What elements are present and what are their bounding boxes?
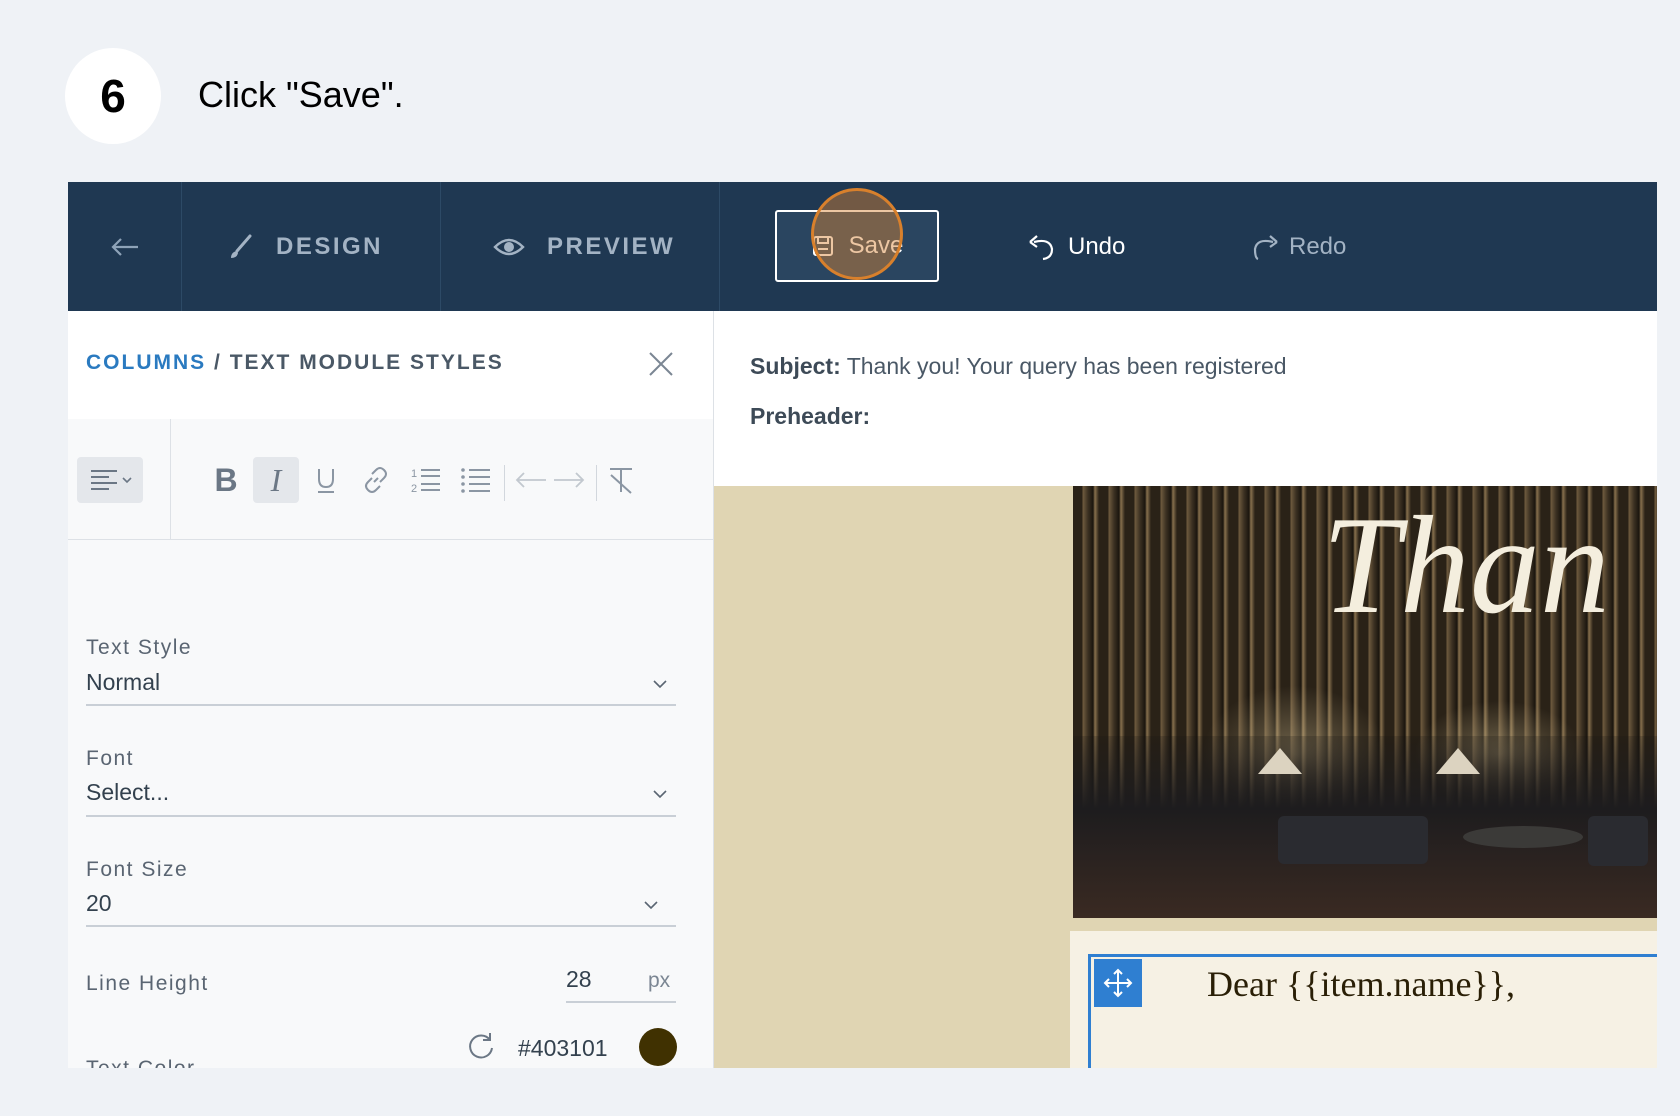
toolbar-divider: [596, 465, 597, 501]
subject-label: Subject:: [750, 353, 841, 379]
top-toolbar: DESIGN PREVIEW Save Undo Redo: [68, 182, 1657, 311]
step-number-badge: 6: [65, 48, 161, 144]
bullet-list-icon: [461, 468, 490, 493]
tab-design[interactable]: DESIGN: [228, 182, 383, 311]
italic-icon: I: [270, 461, 282, 498]
text-style-select[interactable]: Normal: [86, 669, 160, 696]
font-select[interactable]: Select...: [86, 779, 169, 806]
greeting-text[interactable]: Dear {{item.name}},: [1207, 963, 1515, 1005]
preheader-row: Preheader:: [750, 403, 870, 430]
bullet-list-button[interactable]: [453, 457, 499, 503]
lamp-shade: [1258, 748, 1302, 774]
chevron-down-icon: [653, 790, 667, 799]
field-underline: [86, 704, 676, 706]
toolbar-divider: [181, 182, 182, 311]
click-target-highlight: [811, 188, 903, 280]
ordered-list-button[interactable]: 1 2: [403, 457, 449, 503]
tutorial-card: 6 Click "Save". DESIGN PREVIEW Save Undo…: [20, 0, 1660, 1094]
tab-preview[interactable]: PREVIEW: [493, 182, 675, 311]
sofa: [1278, 816, 1428, 864]
brush-icon: [231, 234, 252, 258]
underline-icon: [318, 469, 334, 493]
close-icon[interactable]: [646, 349, 676, 379]
field-underline: [86, 815, 676, 817]
chevron-down-icon: [653, 680, 667, 689]
text-color-swatch[interactable]: [639, 1028, 677, 1066]
undo-icon: [1029, 234, 1054, 260]
lamp-shade: [1436, 748, 1480, 774]
bold-icon: B: [214, 461, 238, 498]
indent-button[interactable]: [546, 457, 592, 503]
line-height-input[interactable]: 28: [566, 966, 631, 993]
ordered-list-icon: 1 2: [411, 468, 440, 495]
link-button[interactable]: [353, 457, 399, 503]
subject-value[interactable]: Thank you! Your query has been registere…: [847, 353, 1287, 379]
eye-icon: [493, 238, 525, 255]
breadcrumb-separator: /: [206, 351, 230, 374]
back-button[interactable]: [68, 182, 181, 311]
undo-button[interactable]: Undo: [1028, 182, 1125, 311]
clear-format-icon: [610, 468, 632, 494]
redo-icon: [1253, 234, 1278, 260]
font-label: Font: [86, 747, 135, 770]
panel-header: COLUMNS / TEXT MODULE STYLES: [68, 311, 713, 420]
redo-button[interactable]: Redo: [1249, 182, 1346, 311]
breadcrumb: COLUMNS / TEXT MODULE STYLES: [86, 351, 504, 375]
step-instruction: Click "Save".: [198, 74, 404, 115]
svg-text:1: 1: [411, 468, 417, 480]
clear-formatting-button[interactable]: [598, 457, 644, 503]
hero-title: Than: [1322, 488, 1610, 643]
hero-image[interactable]: Than: [1073, 486, 1657, 918]
move-icon: [1103, 968, 1133, 998]
toolbar-divider: [170, 419, 171, 539]
move-handle[interactable]: [1094, 959, 1142, 1007]
text-color-hex[interactable]: #403101: [518, 1035, 608, 1062]
svg-text:2: 2: [411, 483, 417, 495]
bold-button[interactable]: B: [203, 457, 249, 503]
email-canvas: Subject: Thank you! Your query has been …: [714, 311, 1657, 1068]
arrow-left-icon: [110, 237, 138, 256]
line-height-unit: px: [648, 969, 671, 992]
style-panel: COLUMNS / TEXT MODULE STYLES B I 1 2 Tex…: [68, 311, 714, 1068]
breadcrumb-current: TEXT MODULE STYLES: [229, 351, 504, 374]
line-height-label: Line Height: [86, 972, 209, 995]
subject-row: Subject: Thank you! Your query has been …: [750, 353, 1287, 380]
email-editor-app: DESIGN PREVIEW Save Undo Redo COLUMNS / …: [68, 182, 1657, 1068]
font-size-label: Font Size: [86, 858, 189, 881]
font-size-select[interactable]: 20: [86, 890, 112, 917]
link-icon: [365, 467, 387, 493]
align-dropdown[interactable]: [77, 457, 143, 503]
underline-button[interactable]: [303, 457, 349, 503]
undo-label: Undo: [1068, 232, 1126, 260]
arrow-right-icon: [554, 472, 585, 488]
coffee-table: [1463, 826, 1583, 848]
reset-color-icon[interactable]: [466, 1031, 496, 1061]
align-left-icon: [91, 470, 132, 490]
tab-design-label: DESIGN: [276, 232, 384, 260]
text-color-label: Text Color: [86, 1057, 196, 1068]
toolbar-divider: [719, 182, 720, 311]
field-underline: [566, 1001, 676, 1003]
formatting-toolbar: B I 1 2: [68, 419, 713, 540]
breadcrumb-columns-link[interactable]: COLUMNS: [86, 351, 206, 374]
toolbar-divider: [440, 182, 441, 311]
tab-preview-label: PREVIEW: [547, 232, 676, 260]
chevron-down-icon: [644, 901, 658, 910]
toolbar-divider: [504, 465, 505, 501]
italic-button[interactable]: I: [253, 457, 299, 503]
armchair: [1588, 816, 1648, 866]
redo-label: Redo: [1289, 232, 1347, 260]
text-style-label: Text Style: [86, 636, 193, 659]
field-underline: [86, 925, 676, 927]
preheader-label: Preheader:: [750, 403, 871, 429]
arrow-left-icon: [515, 472, 546, 488]
